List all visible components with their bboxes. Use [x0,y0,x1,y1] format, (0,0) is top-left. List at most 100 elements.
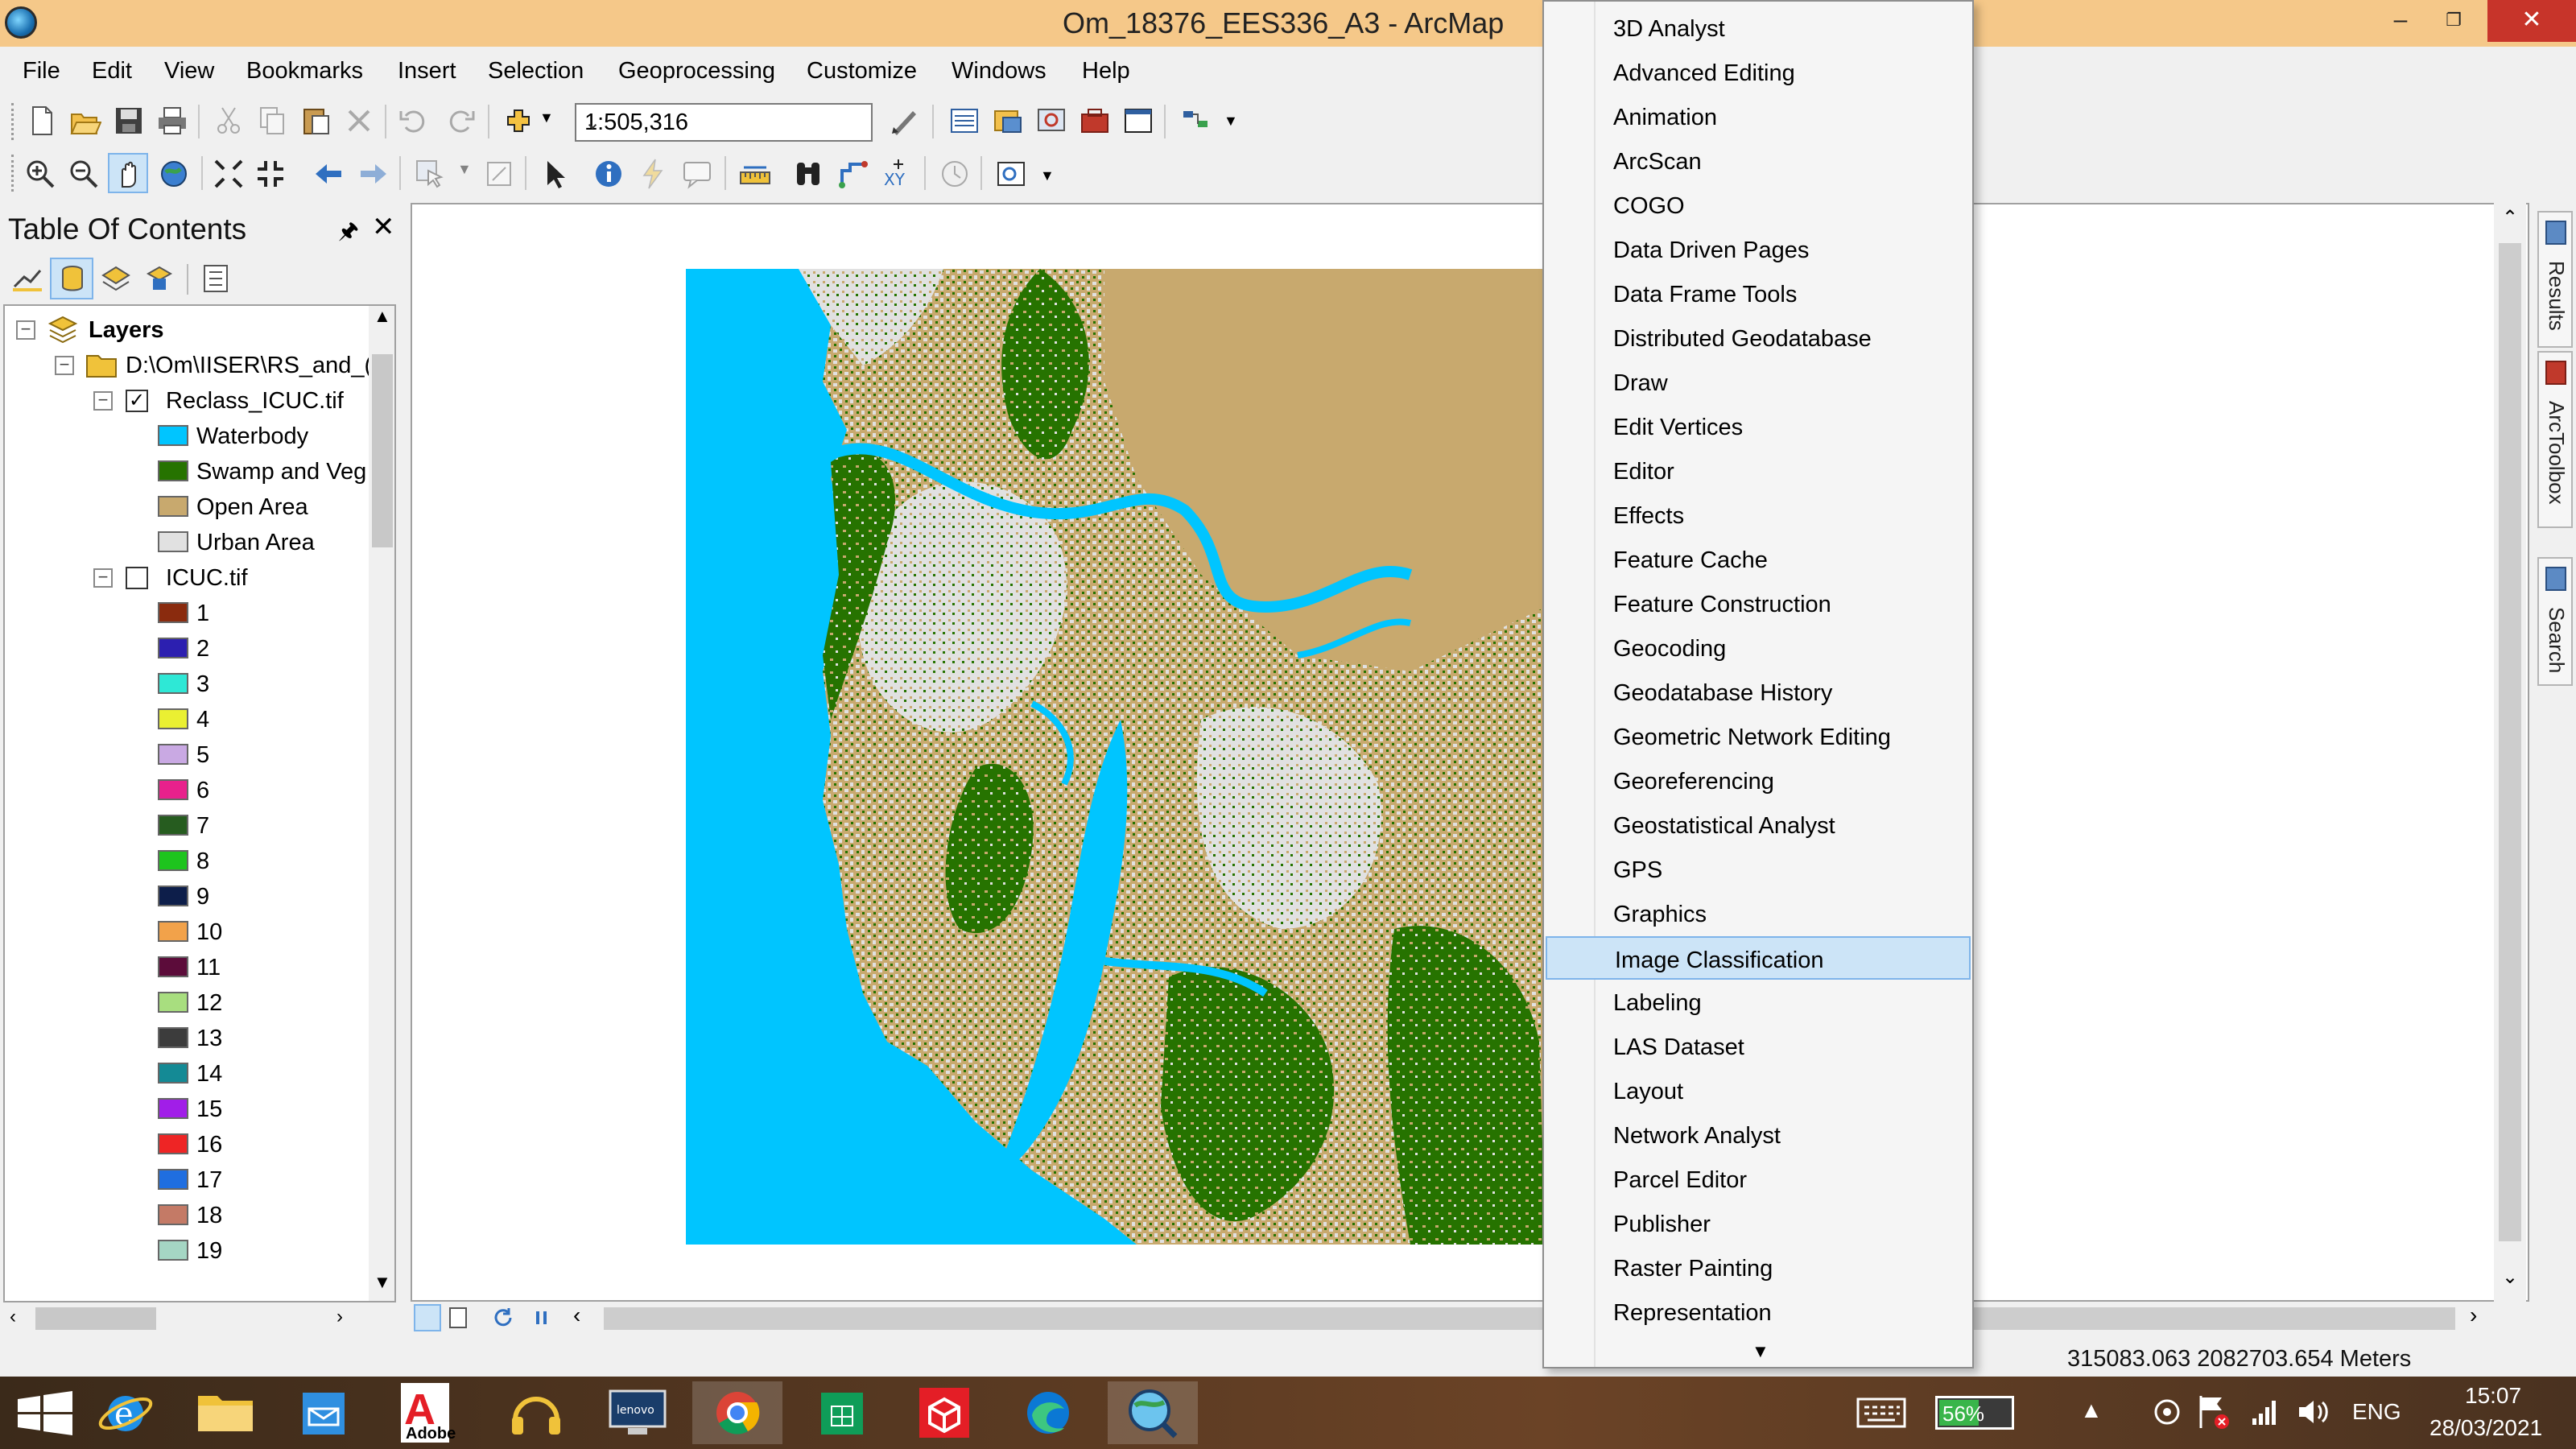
cut-icon[interactable] [213,105,245,137]
menu-item-animation[interactable]: Animation [1546,95,1971,138]
legend-class-row[interactable]: 7 [5,808,367,844]
start-icon[interactable] [0,1381,90,1444]
search-window-icon[interactable] [1035,105,1067,137]
toc-horizontal-scrollbar[interactable]: ‹ › [3,1304,396,1333]
scroll-right-icon[interactable]: › [2470,1302,2477,1328]
menu-item-feature-cache[interactable]: Feature Cache [1546,538,1971,581]
arctoolbox-icon[interactable] [1079,105,1111,137]
legend-class-row[interactable]: 10 [5,914,367,950]
menu-item-graphics[interactable]: Graphics [1546,892,1971,935]
undo-icon[interactable] [398,105,430,137]
toc-vertical-scrollbar[interactable]: ▲ ▼ [369,306,394,1301]
list-by-source-icon[interactable] [56,262,89,295]
clock-time[interactable]: 15:07 [2465,1383,2521,1409]
table-of-contents-icon[interactable] [948,105,980,137]
back-extent-icon[interactable] [312,158,345,190]
go-to-xy-icon[interactable]: XY [882,158,914,190]
folder-row[interactable]: − D:\Om\IISER\RS_and_( [5,348,372,383]
edge-icon[interactable] [1003,1381,1093,1444]
clear-selection-icon[interactable] [483,158,515,190]
add-data-icon[interactable] [502,105,535,137]
search-tab[interactable]: Search [2537,557,2573,686]
legend-swatch[interactable] [158,1133,188,1154]
scrollbar-thumb[interactable] [35,1307,156,1330]
legend-class-row[interactable]: 8 [5,844,367,879]
create-viewer-window-icon[interactable] [995,158,1027,190]
zoom-in-icon[interactable] [24,158,56,190]
menu-item-gps[interactable]: GPS [1546,848,1971,891]
select-elements-icon[interactable] [539,158,572,190]
editor-toolbar-icon[interactable] [889,105,921,137]
legend-class-row[interactable]: 12 [5,985,367,1021]
menu-item-geodatabase-history[interactable]: Geodatabase History [1546,671,1971,714]
keyboard-icon[interactable] [1856,1396,1906,1430]
new-document-icon[interactable] [26,105,58,137]
legend-swatch[interactable] [158,673,188,694]
battery-indicator[interactable]: 56% [1935,1396,2014,1430]
scrollbar-thumb[interactable] [372,354,393,547]
menu-item-feature-construction[interactable]: Feature Construction [1546,582,1971,625]
fixed-zoom-out-icon[interactable] [254,158,287,190]
menu-selection[interactable]: Selection [488,58,584,85]
scroll-left-icon[interactable]: ‹ [573,1302,580,1328]
chrome-app-active[interactable] [692,1381,782,1444]
pin-icon[interactable]: 🖈 [338,214,359,253]
menu-item-effects[interactable]: Effects [1546,493,1971,537]
pause-drawing-icon[interactable] [530,1306,554,1330]
layout-view-icon[interactable] [446,1306,470,1330]
legend-swatch[interactable] [158,531,188,552]
list-by-selection-icon[interactable] [143,262,175,295]
menu-item-layout[interactable]: Layout [1546,1069,1971,1113]
menu-windows[interactable]: Windows [952,58,1046,85]
lenovo-icon[interactable]: lenovo [592,1381,683,1444]
legend-swatch[interactable] [158,1063,188,1084]
legend-swatch[interactable] [158,921,188,942]
legend-class-row[interactable]: 18 [5,1198,367,1233]
outlook-icon[interactable] [279,1381,369,1444]
legend-class-row[interactable]: 9 [5,879,367,914]
menu-item-representation[interactable]: Representation [1546,1290,1971,1334]
toolbar-options-icon[interactable]: ▼ [1040,167,1055,184]
menu-geoprocessing[interactable]: Geoprocessing [618,58,775,85]
layers-dataframe-row[interactable]: − Layers [5,312,367,348]
menu-item-distributed-geodatabase[interactable]: Distributed Geodatabase [1546,316,1971,360]
legend-class-row[interactable]: 1 [5,596,367,631]
redo-icon[interactable] [444,105,477,137]
menu-item-draw[interactable]: Draw [1546,361,1971,404]
toolbar-grip[interactable] [11,103,16,140]
internet-explorer-icon[interactable]: e [80,1381,171,1444]
menu-item-advanced-editing[interactable]: Advanced Editing [1546,51,1971,94]
results-tab[interactable]: Results [2537,211,2573,348]
legend-class-row[interactable]: 13 [5,1021,367,1056]
menu-scroll-down-icon[interactable]: ▼ [1752,1341,1769,1362]
legend-swatch[interactable] [158,1098,188,1119]
adobe-icon[interactable]: A Adobe [386,1381,464,1444]
legend-swatch[interactable] [158,460,188,481]
menu-insert[interactable]: Insert [398,58,456,85]
copy-icon[interactable] [256,105,288,137]
legend-swatch[interactable] [158,815,188,836]
model-builder-icon[interactable] [1180,105,1212,137]
collapse-icon[interactable]: − [93,568,113,588]
menu-item-edit-vertices[interactable]: Edit Vertices [1546,405,1971,448]
delete-icon[interactable] [343,105,375,137]
legend-swatch[interactable] [158,638,188,658]
find-icon[interactable] [792,158,824,190]
menu-item-geometric-network-editing[interactable]: Geometric Network Editing [1546,715,1971,758]
catalog-icon[interactable] [992,105,1024,137]
scroll-up-icon[interactable]: ▲ [374,306,391,327]
legend-class-row[interactable]: 15 [5,1092,367,1127]
legend-swatch[interactable] [158,992,188,1013]
menu-item-geocoding[interactable]: Geocoding [1546,626,1971,670]
forward-extent-icon[interactable] [357,158,390,190]
fixed-zoom-in-icon[interactable] [213,158,245,190]
scrollbar-thumb[interactable] [2499,243,2521,1241]
legend-swatch[interactable] [158,1240,188,1261]
arcmap-app-active[interactable] [1108,1381,1198,1444]
measure-icon[interactable] [739,158,771,190]
legend-swatch[interactable] [158,779,188,800]
print-icon[interactable] [156,105,188,137]
time-slider-icon[interactable] [939,158,971,190]
menu-item-publisher[interactable]: Publisher [1546,1202,1971,1245]
legend-class-row[interactable]: 16 [5,1127,367,1162]
